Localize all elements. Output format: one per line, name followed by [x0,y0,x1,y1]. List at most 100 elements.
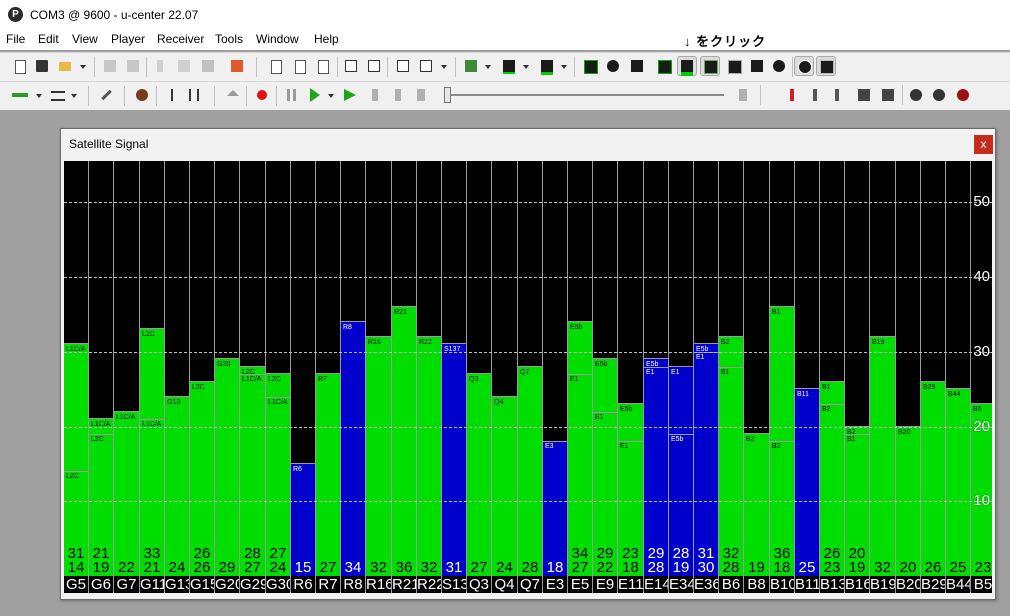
menu-player[interactable]: Player [111,32,145,46]
satellite-name: R8 [341,576,365,593]
step-forward-icon[interactable] [389,86,407,104]
memory-icon[interactable] [855,86,873,104]
menu-help[interactable]: Help [314,32,339,46]
axis-tick-label: 20 [973,417,990,435]
menu-edit[interactable]: Edit [38,32,59,46]
satellite-name: E3 [543,576,567,593]
chart-view-icon[interactable] [500,57,518,75]
secondary-signal-label: L2C [91,436,104,444]
connection-icon[interactable] [9,86,31,104]
menu-window[interactable]: Window [256,32,299,46]
packet-view-icon[interactable] [342,57,360,75]
table-dropdown-icon[interactable] [438,57,450,75]
connection-dropdown-icon[interactable] [33,86,45,104]
new-file-icon[interactable] [11,57,29,75]
cold-start-icon[interactable] [831,86,849,104]
eject-icon[interactable] [224,86,242,104]
warm-start-icon[interactable] [809,86,827,104]
histogram-dropdown-icon[interactable] [558,57,570,75]
cut-icon[interactable] [151,57,169,75]
map-view-icon[interactable] [462,57,480,75]
clock-view-icon[interactable] [794,56,814,76]
paste-icon[interactable] [199,57,217,75]
skip-end-icon[interactable] [734,86,752,104]
satellite-view-icon[interactable] [816,56,836,76]
view-sky-icon[interactable] [628,57,646,75]
settings-gear-icon[interactable] [907,86,925,104]
save-icon[interactable] [33,57,51,75]
view-deviation-icon[interactable] [655,57,673,75]
axis-tick-label: 50 [973,193,990,211]
copy-icon[interactable] [175,57,193,75]
signal-value: 27 [319,559,337,576]
satellite-name: B44 [946,576,970,593]
menu-tools[interactable]: Tools [215,32,243,46]
binary-view-icon[interactable] [365,57,383,75]
signal-label: E1 [671,368,680,376]
menu-receiver[interactable]: Receiver [157,32,204,46]
fast-forward-icon[interactable] [342,86,360,104]
axis-tick-label: 40 [973,268,990,286]
view-gps-icon[interactable] [581,57,599,75]
chart-dropdown-icon[interactable] [520,57,532,75]
sky-plot-icon[interactable] [770,57,788,75]
grid-line [64,501,992,503]
signal-value: 28 [521,559,539,576]
step-back-icon[interactable] [366,86,384,104]
autobauding-wand-icon[interactable] [97,86,115,104]
histogram-view-icon[interactable] [538,57,556,75]
satellite-name: E9 [593,576,617,593]
satellite-signal-view-icon[interactable] [677,56,697,76]
config-sliders-icon[interactable] [186,86,204,104]
pause-icon[interactable] [282,86,300,104]
signal-label: E3 [545,443,554,451]
satellite-column: R7 27 R7 [316,161,341,593]
open-dropdown-icon[interactable] [77,57,89,75]
baudrate-dropdown-icon[interactable] [68,86,80,104]
settings-gear-lock-icon[interactable] [930,86,948,104]
record-icon[interactable] [253,86,271,104]
playback-slider-track[interactable] [448,94,724,96]
signal-bar [64,343,88,576]
rewind-start-icon[interactable] [412,86,430,104]
satellite-level-view-icon[interactable] [700,56,720,76]
play-icon[interactable] [305,86,323,104]
print-icon[interactable] [101,57,119,75]
debug-bug-icon[interactable] [133,86,151,104]
clear-icon[interactable] [228,57,246,75]
play-dropdown-icon[interactable] [325,86,337,104]
poll-download-icon[interactable] [163,86,181,104]
secondary-signal-line [64,471,88,473]
signal-bar [543,440,567,576]
signal-label: E5b [595,361,608,369]
open-folder-icon[interactable] [56,57,74,75]
secondary-signal-value: 19 [672,559,690,576]
grid-line [64,202,992,204]
satellite-column: L1C/A L2C 31 14 G5 [64,161,89,593]
view-compass-icon[interactable] [604,57,622,75]
statistics-icon[interactable] [394,57,412,75]
menu-file[interactable]: File [6,32,25,46]
print-preview-icon[interactable] [124,57,142,75]
doc-export-icon[interactable] [267,57,285,75]
playback-slider-thumb[interactable] [444,87,451,103]
doc-import-icon[interactable] [291,57,309,75]
signal-value: 22 [118,559,135,576]
hot-start-icon[interactable] [786,86,804,104]
menu-view[interactable]: View [72,32,98,46]
signal-value: 25 [949,559,967,576]
doc-settings-icon[interactable] [314,57,332,75]
table-view-icon[interactable] [417,57,435,75]
settings-gear-red-icon[interactable] [954,86,972,104]
signal-bar [644,358,668,576]
secondary-signal-line [240,374,265,376]
signal-bar [417,335,441,576]
baudrate-icon[interactable] [48,86,68,104]
map-dropdown-icon[interactable] [482,57,494,75]
close-button[interactable]: x [974,135,993,154]
memory-plus-icon[interactable] [879,86,897,104]
satellite-column: B5 23 B5 [971,161,992,593]
data-view-icon[interactable] [725,57,743,75]
signal-label: R21 [394,308,407,316]
console-view-icon[interactable] [748,57,766,75]
